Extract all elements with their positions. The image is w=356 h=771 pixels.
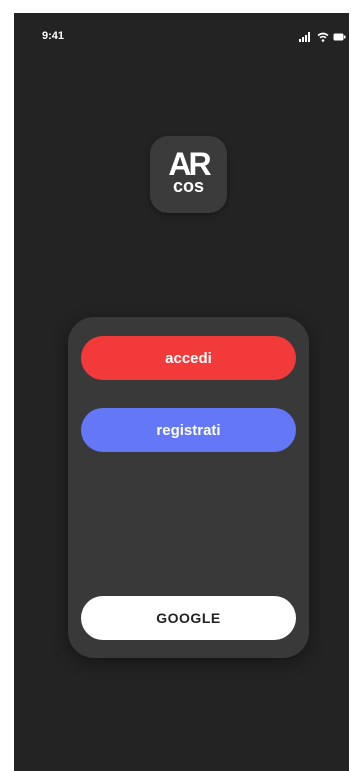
logo-text-ar: AR [168, 146, 211, 182]
status-time: 9:41 [42, 30, 65, 42]
battery-icon [333, 32, 346, 42]
status-icons [299, 31, 346, 43]
wifi-icon [317, 32, 329, 42]
signal-icon [299, 32, 313, 42]
google-login-button[interactable]: GOOGLE [81, 596, 296, 640]
register-button[interactable]: registrati [81, 408, 296, 452]
auth-card: accedi registrati GOOGLE [68, 317, 309, 658]
app-screen: 9:41 AR cos accedi registrati GOOGLE [14, 13, 349, 771]
app-logo: AR cos [150, 136, 227, 213]
login-button[interactable]: accedi [81, 336, 296, 380]
logo-text-cos: cos [172, 176, 205, 196]
